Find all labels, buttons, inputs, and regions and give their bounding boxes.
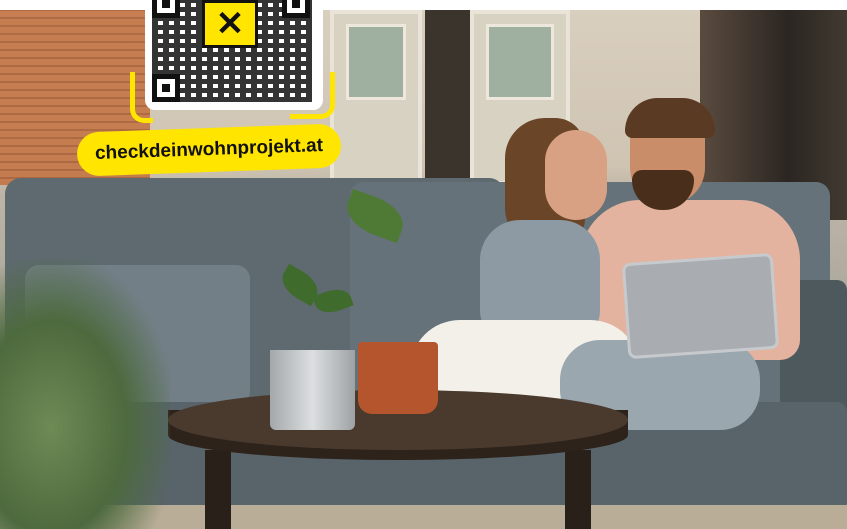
table-leg bbox=[205, 450, 231, 529]
foreground-plant-blur bbox=[0, 260, 170, 529]
door-left bbox=[330, 10, 422, 185]
doorway-dark bbox=[425, 10, 475, 185]
metal-plant-pot bbox=[270, 350, 355, 430]
woman-face bbox=[545, 130, 607, 220]
qr-finder-pattern bbox=[152, 0, 180, 18]
qr-finder-pattern bbox=[282, 0, 310, 18]
url-badge[interactable]: checkdeinwohnprojekt.at bbox=[76, 123, 342, 177]
terracotta-plant-pot bbox=[358, 342, 438, 414]
bracket-left bbox=[130, 72, 153, 123]
man-hair bbox=[625, 98, 715, 138]
url-text: checkdeinwohnprojekt.at bbox=[94, 135, 324, 164]
table-leg bbox=[565, 450, 591, 529]
qr-finder-pattern bbox=[152, 74, 180, 102]
raiffeisen-logo-icon: ✕ bbox=[202, 0, 258, 48]
photo-scene bbox=[0, 10, 847, 529]
bracket-right bbox=[290, 72, 335, 119]
tablet-device bbox=[621, 252, 780, 360]
